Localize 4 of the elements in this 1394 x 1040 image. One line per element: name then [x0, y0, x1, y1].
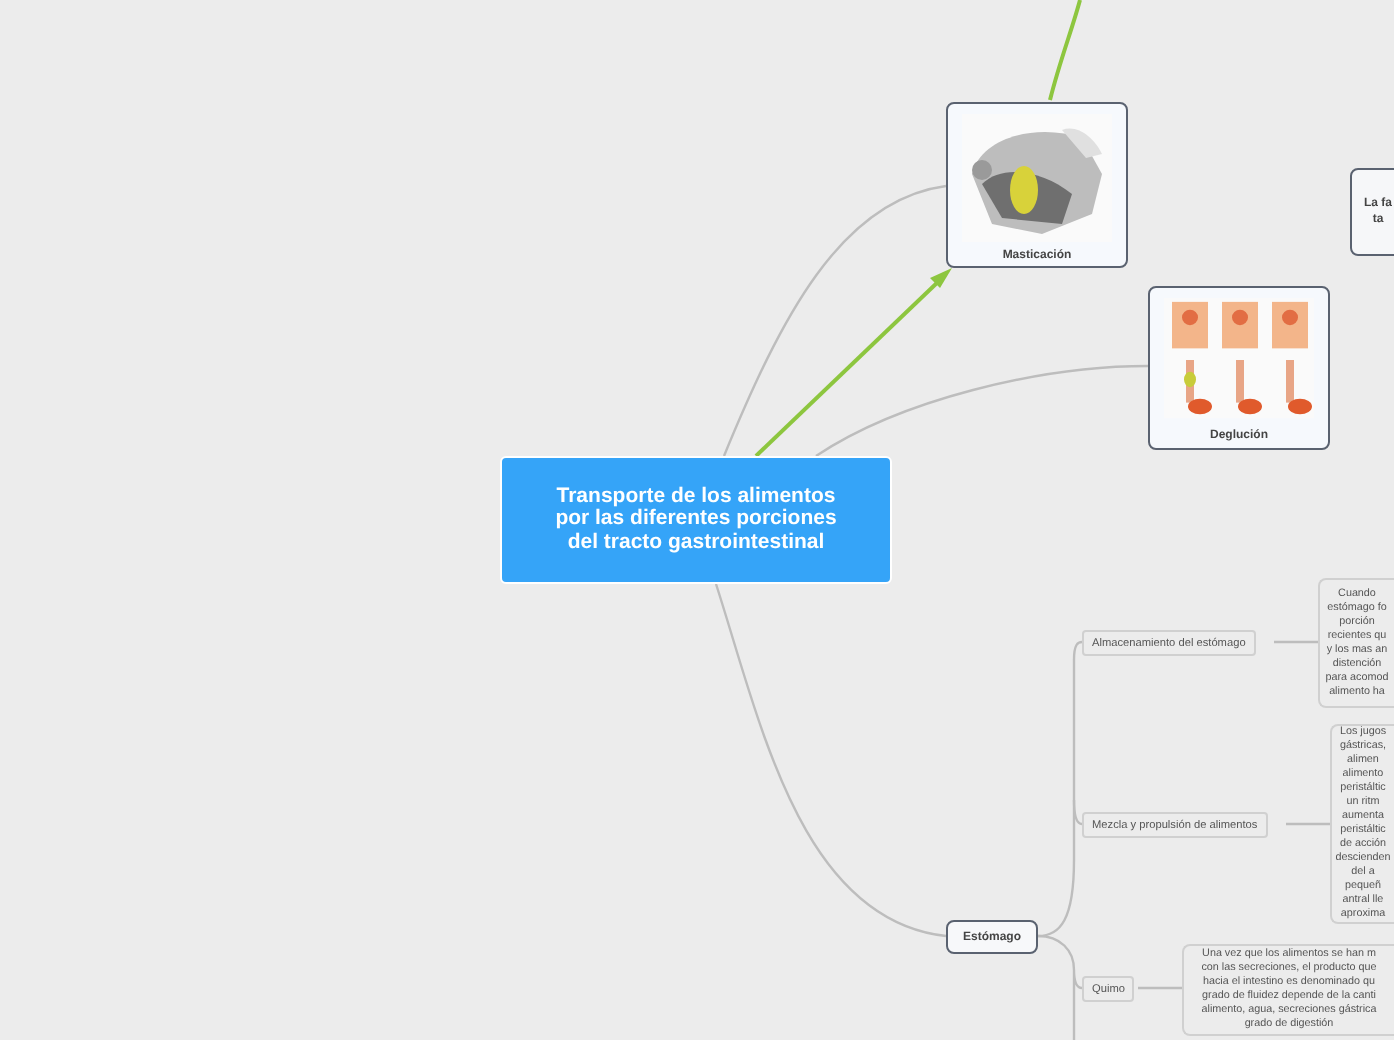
connector-line — [1048, 0, 1082, 101]
connector-line — [1274, 640, 1318, 644]
connector-line — [1286, 822, 1330, 826]
connector-line — [1138, 986, 1182, 990]
